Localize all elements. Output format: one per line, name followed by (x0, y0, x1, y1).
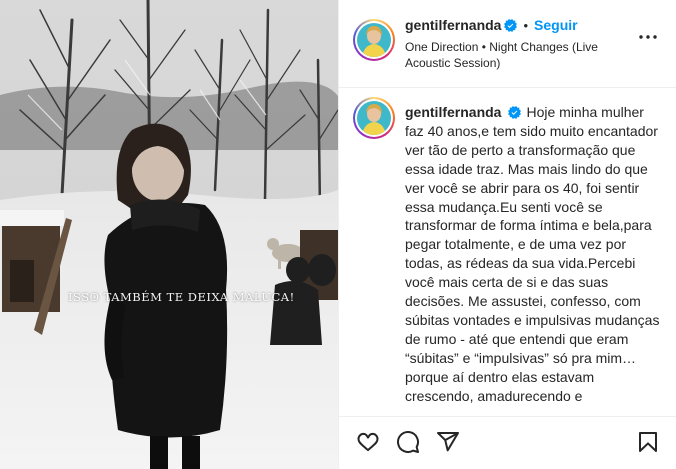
author-username[interactable]: gentilfernanda (405, 17, 501, 33)
post-details-panel: gentilfernanda • Seguir One Direction • Ni… (338, 0, 676, 469)
video-text-overlay: ISSO TAMBÉM TE DEIXA MALUCA! (68, 290, 295, 304)
video-frame (0, 0, 338, 469)
author-avatar[interactable] (353, 19, 395, 61)
verified-badge-icon (508, 106, 522, 119)
caption-author-avatar[interactable] (353, 97, 395, 139)
header-divider (339, 87, 676, 88)
bookmark-icon[interactable] (636, 430, 660, 454)
caption-text: Hoje minha mulher faz 40 anos,e tem sido… (405, 104, 660, 404)
audio-track[interactable]: One Direction • Night Changes (Live Acou… (405, 39, 625, 71)
post-header: gentilfernanda • Seguir (405, 17, 578, 35)
avatar-photo-icon (357, 101, 391, 135)
actions-divider (339, 416, 676, 417)
more-options-icon[interactable] (638, 34, 658, 40)
separator-dot: • (523, 18, 529, 33)
post-media[interactable]: ISSO TAMBÉM TE DEIXA MALUCA! (0, 0, 338, 469)
share-icon[interactable] (436, 430, 460, 454)
comment-icon[interactable] (396, 430, 420, 454)
heart-icon[interactable] (356, 430, 380, 454)
caption-username[interactable]: gentilfernanda (405, 104, 501, 120)
verified-badge-icon (504, 19, 518, 32)
post-caption: gentilfernanda Hoje minha mulher faz 40 a… (405, 103, 663, 406)
avatar-photo-icon (357, 23, 391, 57)
follow-button[interactable]: Seguir (534, 17, 578, 33)
